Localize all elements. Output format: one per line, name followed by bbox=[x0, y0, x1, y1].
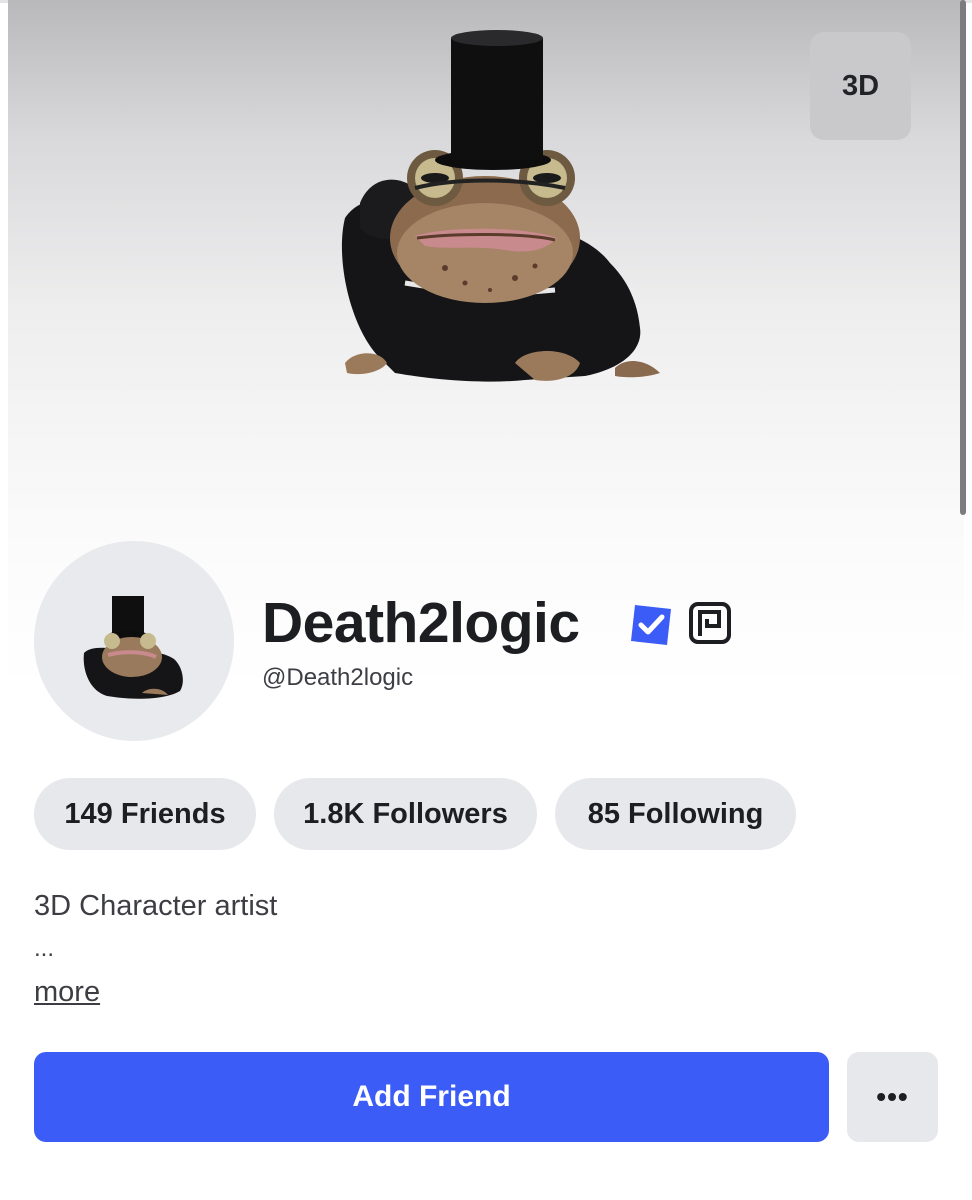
premium-icon bbox=[689, 602, 731, 644]
view-3d-toggle-button[interactable]: 3D bbox=[810, 32, 911, 140]
bio-text: 3D Character artist bbox=[34, 890, 278, 922]
verified-badge-icon bbox=[631, 605, 671, 645]
avatar-3d-render[interactable] bbox=[325, 28, 670, 403]
friends-count-button[interactable]: 149 Friends bbox=[34, 778, 256, 850]
followers-count-button[interactable]: 1.8K Followers bbox=[274, 778, 537, 850]
username: @Death2logic bbox=[262, 664, 414, 691]
bio-ellipsis: ... bbox=[34, 935, 55, 962]
display-name: Death2logic bbox=[262, 591, 580, 655]
bio-more-link[interactable]: more bbox=[34, 976, 100, 1009]
scrollbar[interactable] bbox=[960, 0, 966, 515]
avatar-headshot-image bbox=[83, 596, 183, 699]
add-friend-button[interactable]: Add Friend bbox=[34, 1052, 829, 1142]
avatar-headshot[interactable] bbox=[34, 541, 234, 741]
more-options-button[interactable]: ••• bbox=[847, 1052, 938, 1142]
following-count-button[interactable]: 85 Following bbox=[555, 778, 796, 850]
